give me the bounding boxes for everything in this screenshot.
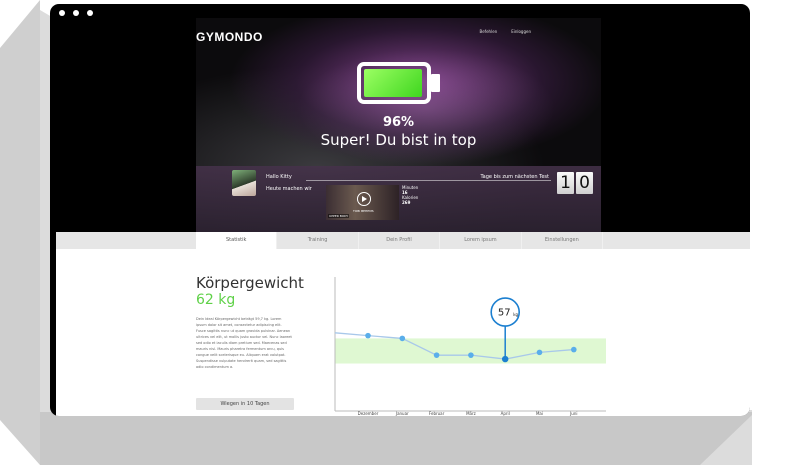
workout-video-thumbnail[interactable]: TOBI BEHEMS UPPER BODY (326, 185, 399, 220)
data-point[interactable] (399, 335, 406, 342)
counter-digit: 1 (557, 172, 574, 194)
data-point[interactable] (571, 346, 577, 353)
weigh-in-button[interactable]: Wiegen in 10 Tagen (196, 398, 294, 410)
greeting: Hallo Kitty (266, 174, 292, 180)
tab-training[interactable]: Training (277, 232, 359, 249)
x-tick-label: Juni (569, 411, 577, 416)
avatar[interactable] (232, 170, 256, 196)
play-icon[interactable] (357, 192, 371, 206)
x-tick-label: Mai (536, 411, 543, 416)
tab-bar: Statistik Training Dein Profil Lorem ips… (196, 232, 604, 249)
video-title: TOBI BEHEMS (353, 209, 374, 213)
strip-divider (306, 180, 551, 181)
window-dot[interactable] (73, 10, 79, 16)
fitness-percent: 96% (382, 115, 415, 130)
tab-statistik[interactable]: Statistik (196, 232, 278, 249)
x-tick-labels: Dezember Januar Februar März April Mai Juni (358, 411, 578, 416)
calories-value: 269 (402, 200, 411, 205)
section-title: Körpergewicht (196, 274, 304, 292)
main-nav: Statistik Training Dein Profil Lorem ips… (56, 232, 750, 249)
window-controls (59, 10, 93, 16)
tab-lorem[interactable]: Lorem ipsum (440, 232, 522, 249)
data-point[interactable] (468, 352, 474, 358)
current-weight: 62 kg (196, 292, 236, 308)
weight-chart: Dezember Januar Februar März April Mai Juni 57… (334, 277, 606, 416)
workout-stats: Minuten 16 Kalorien 269 (402, 185, 418, 205)
x-tick-label: April (501, 411, 510, 416)
gymondo-logo[interactable]: GYMONDO (196, 30, 263, 44)
top-links: Befehlen Einloggen (479, 29, 531, 34)
window-dot[interactable] (59, 10, 65, 16)
window-dot[interactable] (87, 10, 93, 16)
ideal-weight-band (335, 338, 606, 364)
days-counter: 1 0 (557, 172, 593, 194)
weight-description: Dein Ideal Körpergewicht beträgt 59,7 kg… (196, 317, 292, 369)
next-test-label: Tage bis zum nächsten Test (480, 174, 549, 180)
x-tick-label: Dezember (358, 411, 379, 416)
callout-value: 57 (498, 308, 511, 319)
hero-section: GYMONDO Befehlen Einloggen 96% Super! Du… (196, 18, 601, 232)
top-link-login[interactable]: Einloggen (511, 29, 531, 34)
battery-fill (364, 69, 422, 97)
battery-cap (431, 74, 440, 92)
tab-profile[interactable]: Dein Profil (359, 232, 441, 249)
x-tick-label: März (466, 411, 476, 416)
counter-digit: 0 (576, 172, 593, 194)
statistics-content: Körpergewicht 62 kg Dein Ideal Körpergew… (56, 249, 750, 416)
battery-icon (357, 62, 431, 104)
tab-settings[interactable]: Einstellungen (522, 232, 604, 249)
today-label: Heute machen wir (266, 186, 312, 192)
data-point[interactable] (536, 349, 543, 356)
video-tag: UPPER BODY (328, 214, 350, 218)
fitness-slogan: Super! Du bist in top (320, 131, 477, 149)
top-link-1[interactable]: Befehlen (479, 29, 497, 34)
data-point[interactable] (433, 352, 440, 358)
callout-unit: kg (513, 312, 518, 317)
x-tick-label: Januar (395, 411, 409, 416)
browser-window: GYMONDO Befehlen Einloggen 96% Super! Du… (50, 4, 750, 416)
profile-strip: Hallo Kitty Heute machen wir Tage bis zu… (196, 166, 601, 232)
x-tick-label: Februar (429, 411, 445, 416)
data-point[interactable] (365, 332, 371, 339)
